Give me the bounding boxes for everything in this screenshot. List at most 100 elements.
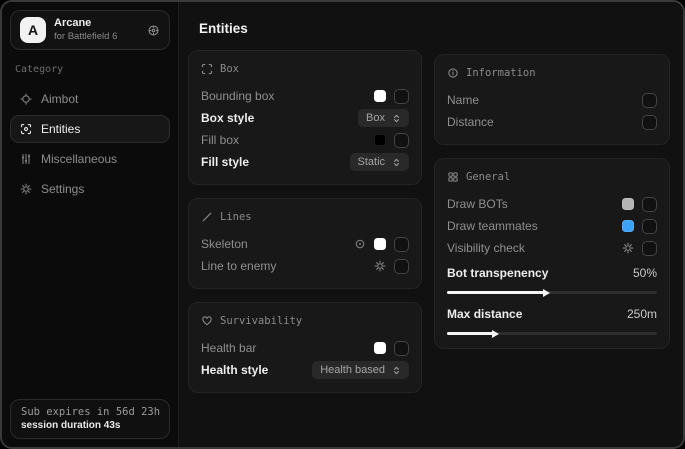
- name-checkbox[interactable]: [642, 93, 657, 108]
- setting-label: Box style: [201, 111, 254, 125]
- sidebar-item-miscellaneous[interactable]: Miscellaneous: [10, 145, 170, 173]
- fill-box-checkbox[interactable]: [394, 133, 409, 148]
- brand-logo: A: [20, 17, 46, 43]
- max-distance-slider-group: Max distance 250m: [447, 303, 657, 335]
- max-distance-slider[interactable]: [447, 332, 657, 335]
- gear-icon[interactable]: [374, 260, 386, 272]
- setting-label: Skeleton: [201, 237, 248, 251]
- draw-teammates-checkbox[interactable]: [642, 219, 657, 234]
- dropdown-value: Health based: [320, 364, 385, 376]
- setting-row-draw-teammates: Draw teammates: [447, 215, 657, 237]
- unfold-icon: [392, 158, 401, 167]
- bounding-box-checkbox[interactable]: [394, 89, 409, 104]
- dropdown-value: Box: [366, 112, 385, 124]
- sidebar: A Arcane for Battlefield 6 Category Aimb…: [2, 2, 178, 447]
- card-title: Lines: [220, 211, 252, 223]
- page-title: Entities: [199, 21, 670, 36]
- sidebar-item-label: Entities: [41, 122, 80, 136]
- session-duration-text: session duration 43s: [21, 420, 159, 431]
- setting-label: Max distance: [447, 307, 522, 321]
- sidebar-nav: Aimbot Entities: [10, 85, 170, 203]
- setting-row-visibility-check: Visibility check: [447, 237, 657, 259]
- sidebar-item-entities[interactable]: Entities: [10, 115, 170, 143]
- color-swatch[interactable]: [622, 198, 634, 210]
- heart-icon: [201, 315, 213, 327]
- dropdown-value: Static: [358, 156, 386, 168]
- setting-row-name: Name: [447, 89, 657, 111]
- setting-label: Bot transpenency: [447, 266, 548, 280]
- main-content: Entities Box Bounding box: [178, 2, 683, 447]
- entities-scan-icon: [20, 123, 32, 135]
- visibility-check-checkbox[interactable]: [642, 241, 657, 256]
- distance-checkbox[interactable]: [642, 115, 657, 130]
- left-column: Box Bounding box Box style Box: [188, 50, 422, 393]
- box-card: Box Bounding box Box style Box: [188, 50, 422, 185]
- skeleton-checkbox[interactable]: [394, 237, 409, 252]
- setting-row-line-to-enemy: Line to enemy: [201, 255, 409, 277]
- box-style-dropdown[interactable]: Box: [358, 109, 409, 127]
- sidebar-item-label: Miscellaneous: [41, 152, 117, 166]
- sidebar-item-settings[interactable]: Settings: [10, 175, 170, 203]
- right-column: Information Name Distance: [434, 54, 670, 349]
- fill-style-dropdown[interactable]: Static: [350, 153, 410, 171]
- brand-card: A Arcane for Battlefield 6: [10, 10, 170, 50]
- brand-settings-icon[interactable]: [147, 24, 160, 37]
- setting-label: Distance: [447, 115, 494, 129]
- gear-icon[interactable]: [622, 242, 634, 254]
- information-card: Information Name Distance: [434, 54, 670, 145]
- card-title: Box: [220, 63, 239, 75]
- setting-row-box-style: Box style Box: [201, 107, 409, 129]
- crosshair-icon: [20, 93, 32, 105]
- sidebar-item-aimbot[interactable]: Aimbot: [10, 85, 170, 113]
- setting-label: Fill style: [201, 155, 249, 169]
- gear-icon: [20, 183, 32, 195]
- line-to-enemy-checkbox[interactable]: [394, 259, 409, 274]
- brand-name: Arcane: [54, 17, 117, 31]
- slider-thumb[interactable]: [543, 289, 550, 297]
- setting-label: Draw teammates: [447, 219, 538, 233]
- grid-icon: [447, 171, 459, 183]
- bot-transparency-slider-group: Bot transpenency 50%: [447, 262, 657, 294]
- setting-row-bounding-box: Bounding box: [201, 85, 409, 107]
- setting-row-skeleton: Skeleton: [201, 233, 409, 255]
- setting-row-fill-box: Fill box: [201, 129, 409, 151]
- setting-label: Bounding box: [201, 89, 274, 103]
- general-card: General Draw BOTs Draw teammates: [434, 158, 670, 349]
- color-swatch[interactable]: [622, 220, 634, 232]
- sidebar-item-label: Settings: [41, 182, 84, 196]
- setting-label: Health style: [201, 363, 268, 377]
- sub-expiry-text: Sub expires in 56d 23h: [21, 406, 159, 418]
- bot-transparency-slider[interactable]: [447, 291, 657, 294]
- color-swatch[interactable]: [374, 238, 386, 250]
- setting-label: Fill box: [201, 133, 239, 147]
- unfold-icon: [392, 366, 401, 375]
- dot-circle-icon[interactable]: [354, 238, 366, 250]
- health-style-dropdown[interactable]: Health based: [312, 361, 409, 379]
- sliders-icon: [20, 153, 32, 165]
- slider-value: 250m: [627, 307, 657, 321]
- setting-label: Name: [447, 93, 479, 107]
- color-swatch[interactable]: [374, 342, 386, 354]
- setting-label: Visibility check: [447, 241, 525, 255]
- setting-row-health-style: Health style Health based: [201, 359, 409, 381]
- setting-row-draw-bots: Draw BOTs: [447, 193, 657, 215]
- app-window: A Arcane for Battlefield 6 Category Aimb…: [0, 0, 685, 449]
- lines-card: Lines Skeleton: [188, 198, 422, 289]
- card-title: General: [466, 171, 510, 183]
- setting-row-distance: Distance: [447, 111, 657, 133]
- draw-bots-checkbox[interactable]: [642, 197, 657, 212]
- setting-row-fill-style: Fill style Static: [201, 151, 409, 173]
- color-swatch[interactable]: [374, 134, 386, 146]
- info-circle-icon: [447, 67, 459, 79]
- card-title: Survivability: [220, 315, 302, 327]
- setting-row-health-bar: Health bar: [201, 337, 409, 359]
- category-label: Category: [15, 64, 165, 75]
- setting-label: Health bar: [201, 341, 256, 355]
- health-bar-checkbox[interactable]: [394, 341, 409, 356]
- setting-label: Line to enemy: [201, 259, 276, 273]
- slider-thumb[interactable]: [492, 330, 499, 338]
- setting-label: Draw BOTs: [447, 197, 508, 211]
- diagonal-line-icon: [201, 211, 213, 223]
- brand-subtitle: for Battlefield 6: [54, 31, 117, 43]
- color-swatch[interactable]: [374, 90, 386, 102]
